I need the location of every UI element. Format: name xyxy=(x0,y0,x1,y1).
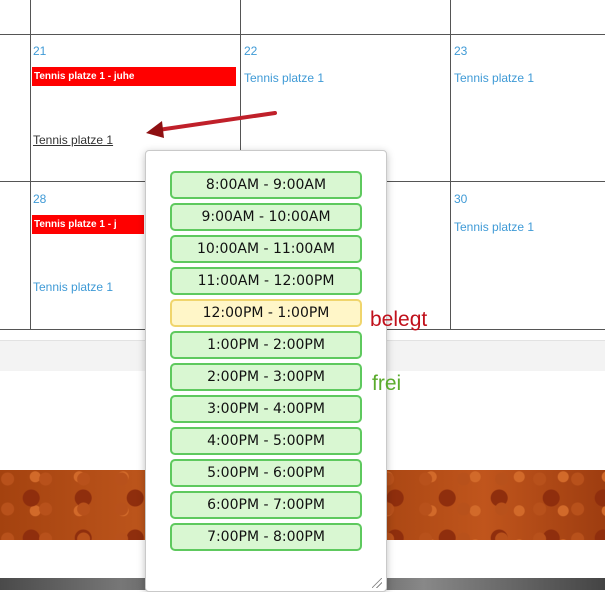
annotation-arrow-icon xyxy=(146,111,277,138)
